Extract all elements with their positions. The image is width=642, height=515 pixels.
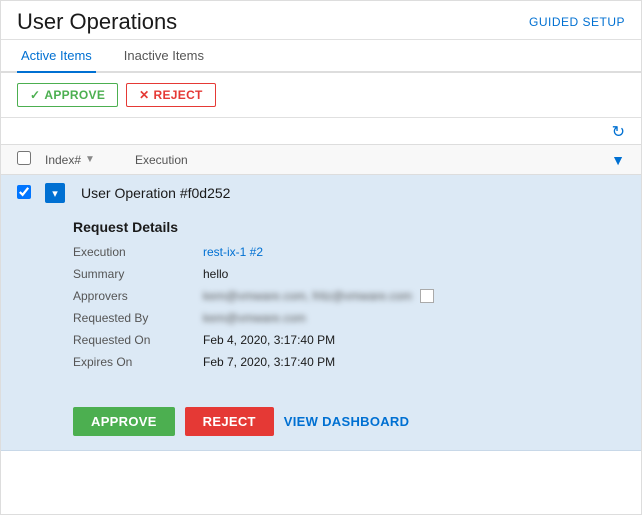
toolbar: ✓ APPROVE ✕ REJECT (1, 73, 641, 118)
page-container: User Operations GUIDED SETUP Active Item… (0, 0, 642, 515)
tab-inactive-items[interactable]: Inactive Items (120, 40, 208, 73)
select-all-checkbox[interactable] (17, 151, 31, 165)
th-execution: Execution ▼ (135, 152, 625, 168)
value-expires-on: Feb 7, 2020, 3:17:40 PM (203, 355, 569, 369)
guided-setup-link[interactable]: GUIDED SETUP (529, 15, 625, 29)
action-buttons: APPROVE REJECT VIEW DASHBOARD (1, 393, 641, 450)
page-title: User Operations (17, 9, 177, 35)
label-requested-by: Requested By (73, 311, 203, 325)
value-requested-by: kem@vmware.com (203, 311, 569, 325)
label-requested-on: Requested On (73, 333, 203, 347)
label-summary: Summary (73, 267, 203, 281)
request-details: Request Details Execution rest-ix-1 #2 S… (1, 211, 641, 393)
chevron-down-icon: ▾ (52, 187, 58, 200)
expand-button[interactable]: ▾ (45, 183, 65, 203)
sort-icon[interactable]: ▼ (85, 154, 95, 165)
tab-active-items[interactable]: Active Items (17, 40, 96, 73)
approvers-checkbox (420, 289, 434, 303)
row-title: User Operation #f0d252 (81, 185, 625, 201)
detail-row-requested-by: Requested By kem@vmware.com (73, 311, 569, 325)
th-index: Index# ▼ (45, 153, 135, 167)
detail-row-approvers: Approvers kem@vmware.com, fritz@vmware.c… (73, 289, 569, 303)
reject-cross-icon: ✕ (139, 88, 149, 102)
tabs-bar: Active Items Inactive Items (1, 40, 641, 73)
row-checkbox[interactable] (17, 185, 31, 199)
approve-outline-button[interactable]: ✓ APPROVE (17, 83, 118, 107)
content-area: ↻ Index# ▼ Execution ▼ (1, 118, 641, 514)
label-execution: Execution (73, 245, 203, 259)
value-execution[interactable]: rest-ix-1 #2 (203, 245, 569, 259)
details-title: Request Details (73, 219, 569, 235)
view-dashboard-button[interactable]: VIEW DASHBOARD (284, 414, 410, 429)
value-requested-on: Feb 4, 2020, 3:17:40 PM (203, 333, 569, 347)
row-main: ▾ User Operation #f0d252 (1, 175, 641, 211)
label-approvers: Approvers (73, 289, 203, 303)
detail-row-summary: Summary hello (73, 267, 569, 281)
row-checkbox-cell (17, 185, 45, 202)
approvers-value-row: kem@vmware.com, fritz@vmware.com (203, 289, 434, 303)
approve-check-icon: ✓ (30, 88, 40, 102)
detail-row-expires-on: Expires On Feb 7, 2020, 3:17:40 PM (73, 355, 569, 369)
table-row: ▾ User Operation #f0d252 Request Details… (1, 175, 641, 451)
th-select-all (17, 151, 45, 168)
header: User Operations GUIDED SETUP (1, 1, 641, 40)
reject-outline-button[interactable]: ✕ REJECT (126, 83, 216, 107)
approve-solid-button[interactable]: APPROVE (73, 407, 175, 436)
detail-row-execution: Execution rest-ix-1 #2 (73, 245, 569, 259)
refresh-row: ↻ (1, 118, 641, 144)
table-header: Index# ▼ Execution ▼ (1, 144, 641, 175)
refresh-icon[interactable]: ↻ (612, 122, 625, 142)
value-summary: hello (203, 267, 569, 281)
reject-solid-button[interactable]: REJECT (185, 407, 274, 436)
filter-icon[interactable]: ▼ (611, 152, 625, 168)
row-expand-cell: ▾ (45, 183, 73, 203)
detail-row-requested-on: Requested On Feb 4, 2020, 3:17:40 PM (73, 333, 569, 347)
label-expires-on: Expires On (73, 355, 203, 369)
value-approvers: kem@vmware.com, fritz@vmware.com (203, 289, 412, 303)
